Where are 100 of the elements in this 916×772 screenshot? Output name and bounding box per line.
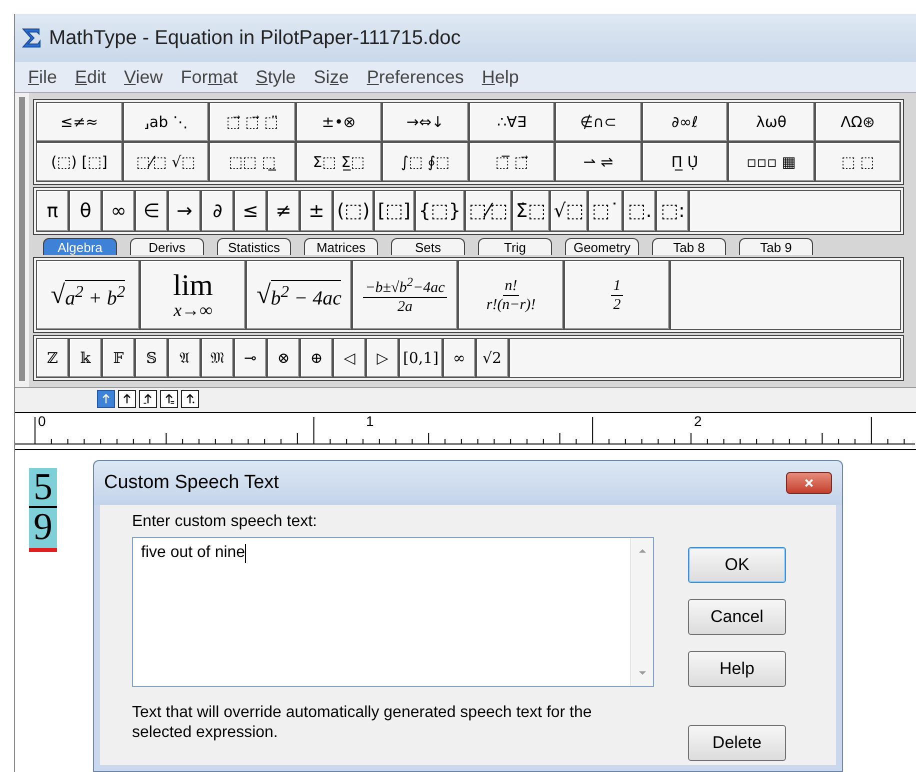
symbol-button[interactable]: (⬚) bbox=[333, 190, 374, 232]
scrollbar[interactable] bbox=[630, 538, 653, 686]
menu-item[interactable]: File bbox=[19, 64, 66, 90]
symbol-button[interactable]: π bbox=[36, 190, 69, 232]
menu-item[interactable]: View bbox=[115, 64, 172, 90]
dialog-button[interactable]: Cancel bbox=[688, 599, 786, 635]
menu-item[interactable]: Edit bbox=[66, 64, 116, 90]
menu-item[interactable]: Preferences bbox=[358, 64, 473, 90]
symbol-palette-button[interactable]: ⬚⃗ ⬚⃗ ⬚̈ bbox=[209, 102, 296, 142]
up-arrow-icon bbox=[184, 393, 196, 405]
palette-tab[interactable]: Statistics bbox=[217, 238, 291, 255]
palette-tab[interactable]: Trig bbox=[478, 238, 552, 255]
symbol-button[interactable]: ∞ bbox=[102, 190, 135, 232]
symbol-button[interactable]: ⊸ bbox=[234, 338, 267, 378]
dialog-button[interactable]: Delete bbox=[688, 725, 786, 761]
symbol-button[interactable]: √⬚ bbox=[550, 190, 588, 232]
template-button[interactable]: n! r!(n−r)! bbox=[458, 260, 564, 330]
fraction-equation: 5 9 bbox=[29, 468, 57, 552]
ruler-label: 2 bbox=[694, 414, 702, 428]
nudge-button[interactable] bbox=[97, 390, 115, 408]
ruler-label: 0 bbox=[38, 414, 46, 428]
menu-item[interactable]: Size bbox=[304, 64, 358, 90]
symbol-button[interactable]: → bbox=[168, 190, 201, 232]
nudge-button[interactable] bbox=[139, 390, 157, 408]
template-button[interactable]: √b$^{2}$ − 4ac bbox=[246, 260, 352, 330]
symbol-palette-button[interactable]: ⸥ab ⋱ bbox=[122, 102, 209, 142]
symbol-button[interactable]: ▷ bbox=[366, 338, 399, 378]
symbol-button[interactable]: Σ̇⬚ bbox=[512, 190, 550, 232]
symbol-palette-button[interactable]: (⬚) [⬚] bbox=[36, 142, 122, 182]
up-arrow-icon bbox=[142, 393, 154, 405]
symbol-palette-button[interactable]: ≤≠≈ bbox=[36, 102, 122, 142]
symbol-button[interactable]: 𝔄 bbox=[168, 338, 201, 378]
up-arrow-icon bbox=[100, 393, 112, 405]
symbol-button[interactable]: [0,1] bbox=[399, 338, 443, 378]
symbol-button[interactable]: ⊕ bbox=[300, 338, 333, 378]
symbol-button[interactable]: ⬚. bbox=[623, 190, 656, 232]
symbol-button[interactable]: [⬚] bbox=[374, 190, 415, 232]
symbol-button[interactable]: ⊗ bbox=[267, 338, 300, 378]
symbol-palette-button[interactable]: ∴∀∃ bbox=[468, 102, 555, 142]
palette-tab[interactable]: Geometry bbox=[565, 238, 639, 255]
palette-tab[interactable]: Derivs bbox=[130, 238, 204, 255]
symbol-palette-button[interactable]: →⇔↓ bbox=[382, 102, 468, 142]
symbol-button[interactable]: ⬚⁄⬚ bbox=[464, 190, 512, 232]
palette-tab[interactable]: Tab 8 bbox=[652, 238, 726, 255]
symbol-palette-button[interactable]: ⬚̅ ⬚⃗ bbox=[468, 142, 555, 182]
symbol-button[interactable]: ⬚˙ bbox=[588, 190, 624, 232]
symbol-palette-button[interactable]: ∫⬚ ∮⬚ bbox=[382, 142, 468, 182]
symbol-button[interactable]: ± bbox=[300, 190, 333, 232]
close-button[interactable] bbox=[786, 472, 832, 494]
symbol-palette-button[interactable]: ⇀ ⇌ bbox=[555, 142, 642, 182]
symbol-palette-button[interactable]: Π̲ Ụ̇ bbox=[642, 142, 728, 182]
up-arrow-icon bbox=[163, 393, 175, 405]
dialog-button[interactable]: Help bbox=[688, 651, 786, 687]
symbol-palette-button[interactable]: ⬚⬚ ⬚̲ bbox=[209, 142, 296, 182]
menu-item[interactable]: Style bbox=[246, 64, 305, 90]
palette-tab[interactable]: Matrices bbox=[304, 238, 378, 255]
nudge-button[interactable] bbox=[160, 390, 178, 408]
menu-item[interactable]: Format bbox=[172, 64, 247, 90]
template-button[interactable]: √a$^{2}$ + b$^{2}$ bbox=[36, 260, 140, 330]
symbol-button[interactable]: ∂ bbox=[201, 190, 234, 232]
symbol-button[interactable]: {⬚} bbox=[414, 190, 465, 232]
description-text: Text that will override automatically generated speech text for the selected expression. bbox=[132, 703, 593, 743]
nudge-button[interactable] bbox=[118, 390, 136, 408]
palette-tab[interactable]: Tab 9 bbox=[739, 238, 813, 255]
scroll-up-icon[interactable] bbox=[638, 548, 646, 554]
symbol-palette-button[interactable]: ΛΩ⊛ bbox=[814, 102, 901, 142]
symbol-palette-button[interactable]: ▫▫▫ ▦ bbox=[728, 142, 814, 182]
symbol-button[interactable]: ∈ bbox=[135, 190, 168, 232]
palette-tab[interactable]: Algebra bbox=[43, 238, 117, 255]
symbol-palette-button[interactable]: Σ⬚ Σ̲⬚ bbox=[296, 142, 382, 182]
menu-item[interactable]: Help bbox=[472, 64, 528, 90]
symbol-palette-button[interactable]: ±•⊗ bbox=[296, 102, 382, 142]
symbol-palette-button[interactable]: ∂∞ℓ bbox=[642, 102, 728, 142]
speech-text-field[interactable]: five out of nine bbox=[132, 537, 654, 687]
field-label: Enter custom speech text: bbox=[132, 513, 318, 531]
nudge-button[interactable] bbox=[181, 390, 199, 408]
scroll-down-icon[interactable] bbox=[638, 670, 646, 676]
dialog-button[interactable]: OK bbox=[688, 547, 786, 583]
symbol-button[interactable]: 𝔐 bbox=[201, 338, 234, 378]
symbol-button[interactable]: ≤ bbox=[234, 190, 267, 232]
dialog-title: Custom Speech Text bbox=[104, 472, 279, 494]
symbol-button[interactable]: ⬚: bbox=[656, 190, 690, 232]
ruler-label: 1 bbox=[366, 414, 374, 428]
symbol-button[interactable]: ℤ bbox=[36, 338, 69, 378]
symbol-button[interactable]: 𝕜 bbox=[69, 338, 102, 378]
symbol-button[interactable]: ◁ bbox=[333, 338, 366, 378]
symbol-button[interactable]: 𝔽 bbox=[102, 338, 135, 378]
template-button[interactable]: −b±√b$^{2}$−4ac 2a bbox=[352, 260, 458, 330]
symbol-palette-button[interactable]: ⬚ ⬚ bbox=[814, 142, 901, 182]
template-button[interactable]: 1 2 bbox=[564, 260, 670, 330]
symbol-palette-button[interactable]: ∉∩⊂ bbox=[555, 102, 642, 142]
symbol-button[interactable]: θ bbox=[69, 190, 102, 232]
template-button[interactable]: lim x→∞ bbox=[140, 260, 246, 330]
palette-tab[interactable]: Sets bbox=[391, 238, 465, 255]
symbol-button[interactable]: √2 bbox=[476, 338, 509, 378]
symbol-button[interactable]: ∞ bbox=[442, 338, 476, 378]
symbol-button[interactable]: ≠ bbox=[267, 190, 300, 232]
symbol-palette-button[interactable]: ⬚⁄⬚ √⬚ bbox=[122, 142, 209, 182]
symbol-button[interactable]: 𝕊 bbox=[135, 338, 168, 378]
symbol-palette-button[interactable]: λωθ bbox=[728, 102, 814, 142]
